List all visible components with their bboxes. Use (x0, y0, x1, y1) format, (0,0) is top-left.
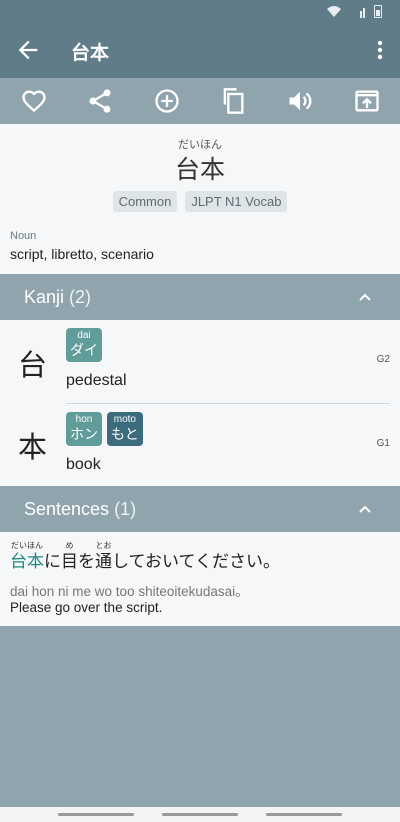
copy-icon[interactable] (219, 87, 247, 115)
heart-icon[interactable] (20, 87, 48, 115)
kanji-meaning: pedestal (66, 372, 127, 389)
sentence-english: Please go over the script. (10, 600, 163, 615)
sentence-romaji: dai hon ni me wo too shiteoitekudasai。 (10, 584, 249, 599)
battery-icon (374, 5, 382, 18)
segment-text: 目 (61, 552, 78, 572)
nav-recents-handle[interactable] (266, 813, 342, 816)
kanji-grade: G2 (376, 354, 390, 365)
chevron-up-icon[interactable] (358, 290, 372, 304)
segment-furigana (112, 540, 280, 551)
word-meaning: script, libretto, scenario (10, 246, 154, 262)
kanji-char: 台 (18, 348, 48, 382)
navigation-bar (0, 807, 400, 822)
word-tags: Common JLPT N1 Vocab (0, 191, 400, 212)
reading-kana: もと (111, 427, 139, 443)
volume-icon[interactable] (286, 87, 314, 115)
sentence-segment: め 目 (61, 540, 78, 573)
kanji-row[interactable]: 台 dai ダイ pedestal G2 (0, 320, 400, 402)
reading-romaji: dai (77, 330, 91, 341)
sentence-segment: とお 通 (95, 540, 112, 573)
on-reading-badge: dai ダイ (66, 328, 102, 362)
kanji-section-title: Kanji (2) (24, 287, 91, 308)
wifi-icon (327, 6, 341, 17)
nav-back-handle[interactable] (58, 813, 134, 816)
page-title: 台本 (71, 42, 110, 64)
segment-furigana: め (65, 541, 74, 550)
kanji-section-label: Kanji (24, 287, 65, 307)
kanji-readings: hon ホン moto もと (66, 412, 148, 446)
on-reading-badge: hon ホン (66, 412, 102, 446)
sentences-section-label: Sentences (24, 499, 110, 519)
sentence-segment: を (78, 540, 95, 573)
share-icon[interactable] (86, 87, 114, 115)
sentence-card[interactable]: だいほん 台本 に め 目 を とお 通 しておいてください。 dai hon … (0, 532, 400, 626)
segment-furigana (78, 540, 95, 551)
segment-text: しておいてください。 (112, 552, 280, 572)
kun-reading-badge: moto もと (107, 412, 143, 446)
divider (66, 403, 390, 404)
segment-furigana: とお (95, 541, 112, 550)
signal-icon (360, 8, 365, 18)
sentences-section-title: Sentences (1) (24, 499, 136, 520)
kanji-row[interactable]: 本 hon ホン moto もと book G1 (0, 404, 400, 486)
word-text: 台本 (174, 155, 225, 184)
kanji-readings: dai ダイ (66, 328, 107, 362)
open-in-app-icon[interactable] (353, 87, 381, 115)
back-arrow-icon[interactable] (14, 36, 42, 64)
add-circle-icon[interactable] (153, 87, 181, 115)
kanji-meaning: book (66, 456, 101, 473)
segment-text: に (44, 552, 61, 572)
kanji-section-header[interactable]: Kanji (2) (0, 274, 400, 320)
sentences-section-header[interactable]: Sentences (1) (0, 486, 400, 532)
sentence-segment: に (44, 540, 61, 573)
reading-kana: ダイ (70, 343, 98, 359)
segment-furigana (44, 540, 61, 551)
kanji-grade: G1 (376, 438, 390, 449)
segment-text: 台本 (10, 552, 44, 572)
segment-furigana: だいほん (11, 541, 43, 550)
status-bar (0, 0, 400, 24)
tag-common: Common (112, 191, 178, 212)
word-card: だいほん 台本 Common JLPT N1 Vocab Noun script… (0, 124, 400, 274)
sentence-segment: だいほん 台本 (10, 540, 44, 573)
more-vert-icon[interactable] (370, 36, 390, 64)
kanji-section-count: (2) (69, 287, 92, 307)
tag-jlpt: JLPT N1 Vocab (185, 191, 288, 212)
part-of-speech: Noun (10, 230, 37, 242)
reading-kana: ホン (70, 427, 98, 443)
chevron-up-icon[interactable] (358, 502, 372, 516)
sentence-japanese: だいほん 台本 に め 目 を とお 通 しておいてください。 (10, 540, 280, 573)
reading-romaji: moto (113, 414, 136, 425)
segment-text: を (78, 552, 95, 572)
segment-text: 通 (95, 552, 112, 572)
reading-romaji: hon (75, 414, 93, 425)
app-bar: 台本 (0, 24, 400, 78)
sentences-section-count: (1) (114, 499, 137, 519)
nav-home-handle[interactable] (162, 813, 238, 816)
action-toolbar (0, 78, 400, 124)
sentence-segment: しておいてください。 (112, 540, 280, 573)
kanji-char: 本 (18, 430, 48, 464)
